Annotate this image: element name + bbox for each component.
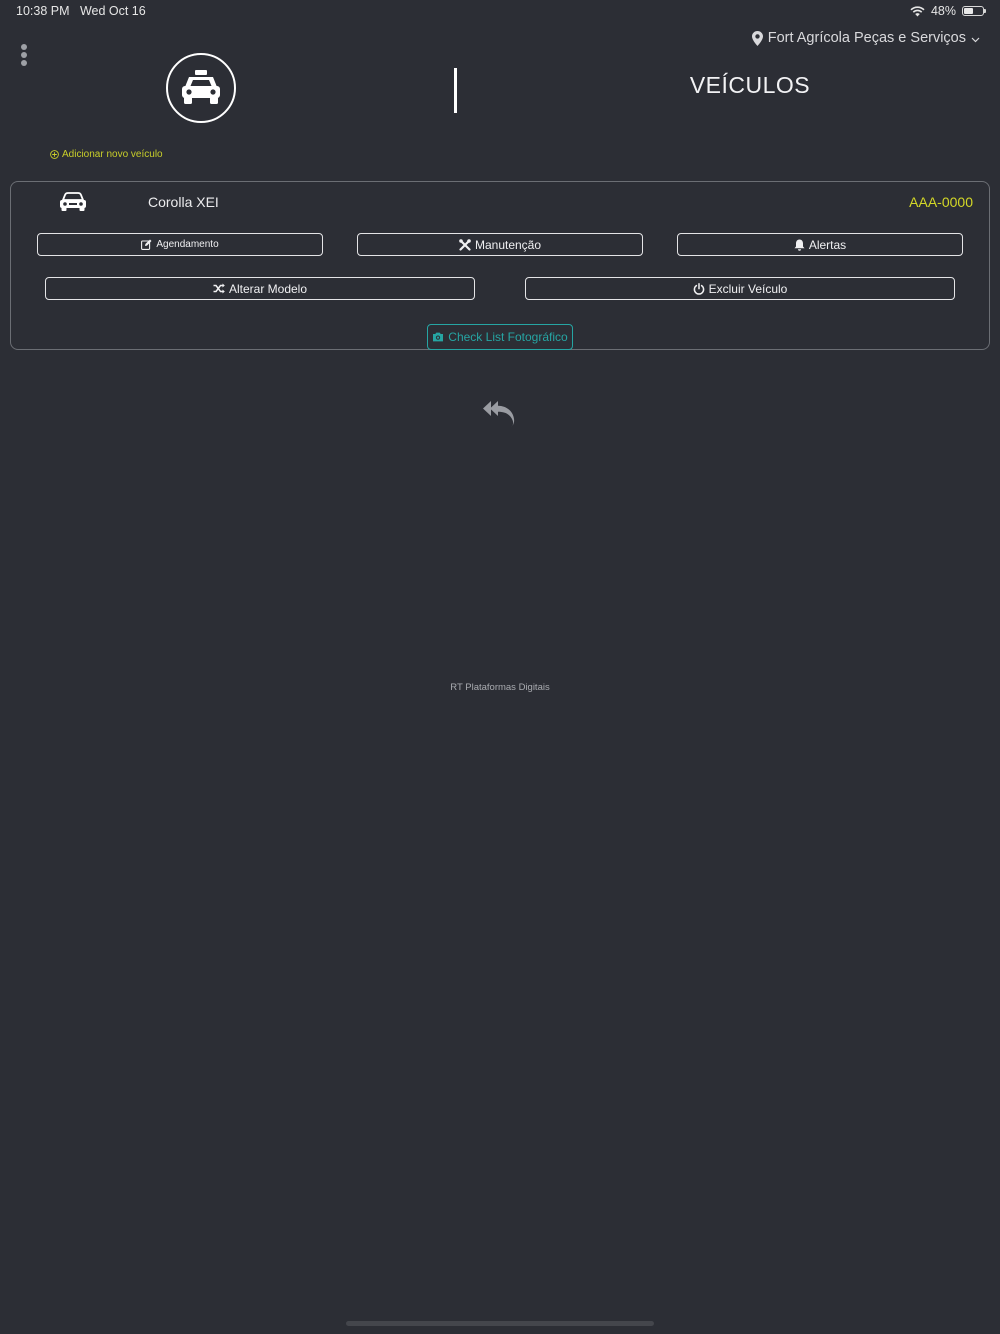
alerts-button[interactable]: Alertas [677, 233, 963, 256]
battery-level [964, 8, 973, 14]
location-selector[interactable]: Fort Agrícola Peças e Serviços [751, 30, 980, 46]
photo-checklist-label: Check List Fotográfico [448, 330, 568, 344]
header-divider [454, 68, 457, 113]
kebab-dot [21, 44, 27, 50]
chevron-down-icon [971, 37, 980, 43]
page-title: VEÍCULOS [689, 72, 811, 98]
battery-percent: 48% [930, 4, 956, 18]
vehicle-car-badge [59, 192, 87, 217]
maintenance-button[interactable]: Manutenção [357, 233, 643, 256]
kebab-dot [21, 60, 27, 66]
back-button[interactable] [482, 398, 518, 433]
change-model-label: Alterar Modelo [228, 281, 308, 296]
vehicle-plate: AAA-0000 [909, 194, 973, 210]
maintenance-label: Manutenção [474, 237, 542, 252]
plus-circle-icon [50, 150, 59, 159]
status-date: Wed Oct 16 [79, 4, 146, 18]
power-icon [693, 282, 704, 295]
camera-icon [433, 332, 444, 342]
status-clock: 10:38 PM [16, 4, 70, 18]
schedule-button[interactable]: Agendamento [37, 233, 323, 256]
vehicle-model: Corolla XEI [148, 194, 219, 210]
change-model-button[interactable]: Alterar Modelo [45, 277, 475, 300]
shuffle-icon [213, 283, 225, 294]
add-vehicle-link[interactable]: Adicionar novo veículo [50, 149, 163, 160]
photo-checklist-button[interactable]: Check List Fotográfico [427, 324, 573, 350]
edit-icon [141, 239, 152, 250]
add-vehicle-label: Adicionar novo veículo [62, 149, 163, 160]
home-indicator[interactable] [346, 1321, 654, 1326]
delete-vehicle-button[interactable]: Excluir Veículo [525, 277, 955, 300]
car-icon [60, 192, 86, 211]
tools-icon [459, 238, 471, 251]
reply-all-icon [483, 401, 515, 428]
kebab-dot [21, 52, 27, 58]
schedule-label: Agendamento [156, 239, 219, 250]
taxi-icon [182, 70, 220, 104]
header-taxi-badge [166, 53, 236, 123]
battery-icon [962, 6, 986, 16]
status-time: 10:38 PM Wed Oct 16 [16, 4, 146, 18]
bell-icon [794, 239, 805, 251]
status-indicators: 48% [910, 4, 986, 18]
menu-button[interactable] [14, 42, 34, 68]
alerts-label: Alertas [808, 237, 847, 252]
location-name: Fort Agrícola Peças e Serviços [767, 30, 966, 46]
footer-credit: RT Plataformas Digitais [450, 682, 550, 693]
map-pin-icon [751, 30, 763, 46]
delete-vehicle-label: Excluir Veículo [708, 281, 788, 296]
wifi-icon [910, 5, 925, 16]
